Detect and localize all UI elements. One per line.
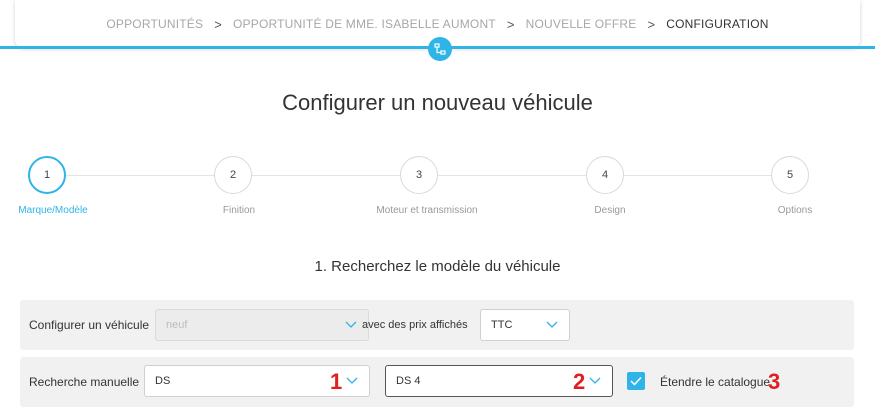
manual-search-row: Recherche manuelle DS 1 DS 4 2 Étendre l…: [20, 357, 854, 407]
step-3-label: Moteur et transmission: [376, 205, 478, 216]
price-type-value: TTC: [491, 319, 513, 331]
extend-catalog-label[interactable]: Étendre le catalogue: [660, 375, 770, 389]
chevron-down-icon: [345, 321, 357, 328]
step-2-label: Finition: [222, 205, 256, 216]
extend-catalog-checkbox[interactable]: [627, 372, 645, 390]
breadcrumb-item-opportunite[interactable]: OPPORTUNITÉ DE MME. ISABELLE AUMONT: [233, 17, 496, 31]
step-4-label: Design: [594, 205, 626, 216]
annotation-marker-1: 1: [330, 369, 343, 394]
chevron-down-icon: [546, 321, 558, 328]
stepper-connector: [438, 175, 586, 176]
configure-vehicle-row: Configurer un véhicule neuf avec des pri…: [20, 300, 854, 350]
manual-search-label: Recherche manuelle: [29, 375, 140, 389]
breadcrumb-separator: >: [214, 16, 223, 32]
breadcrumb-item-nouvelle-offre[interactable]: NOUVELLE OFFRE: [526, 17, 637, 31]
stepper-connector: [252, 175, 400, 176]
stepper-connector: [624, 175, 772, 176]
price-type-select[interactable]: TTC: [480, 309, 570, 341]
configure-vehicle-label: Configurer un véhicule: [29, 318, 150, 332]
annotation-marker-3: 3: [768, 369, 781, 394]
breadcrumb-item-configuration: CONFIGURATION: [666, 17, 769, 31]
step-1-circle[interactable]: 1: [28, 156, 66, 194]
breadcrumb-separator: >: [506, 16, 515, 32]
stepper-connector: [66, 175, 214, 176]
step-5-circle[interactable]: 5: [771, 156, 809, 194]
page-title: Configurer un nouveau véhicule: [282, 90, 593, 115]
vehicle-condition-select[interactable]: neuf: [155, 309, 369, 341]
brand-value: DS: [155, 375, 171, 387]
price-display-label: avec des prix affichés: [362, 319, 468, 331]
section-title: 1. Recherchez le modèle du véhicule: [314, 258, 561, 275]
breadcrumb-item-opportunites[interactable]: OPPORTUNITÉS: [106, 17, 203, 31]
breadcrumb-separator: >: [647, 16, 656, 32]
chevron-down-icon: [346, 377, 358, 384]
step-3-circle[interactable]: 3: [400, 156, 438, 194]
sitemap-icon[interactable]: [428, 37, 452, 61]
step-5-label: Options: [777, 205, 813, 216]
annotation-marker-2: 2: [573, 369, 586, 394]
model-value: DS 4: [396, 375, 421, 387]
vehicle-condition-value: neuf: [166, 319, 188, 331]
step-1-label: Marque/Modèle: [18, 205, 88, 216]
step-2-circle[interactable]: 2: [214, 156, 252, 194]
checkmark-icon: [630, 376, 642, 386]
chevron-down-icon: [589, 377, 601, 384]
step-4-circle[interactable]: 4: [586, 156, 624, 194]
